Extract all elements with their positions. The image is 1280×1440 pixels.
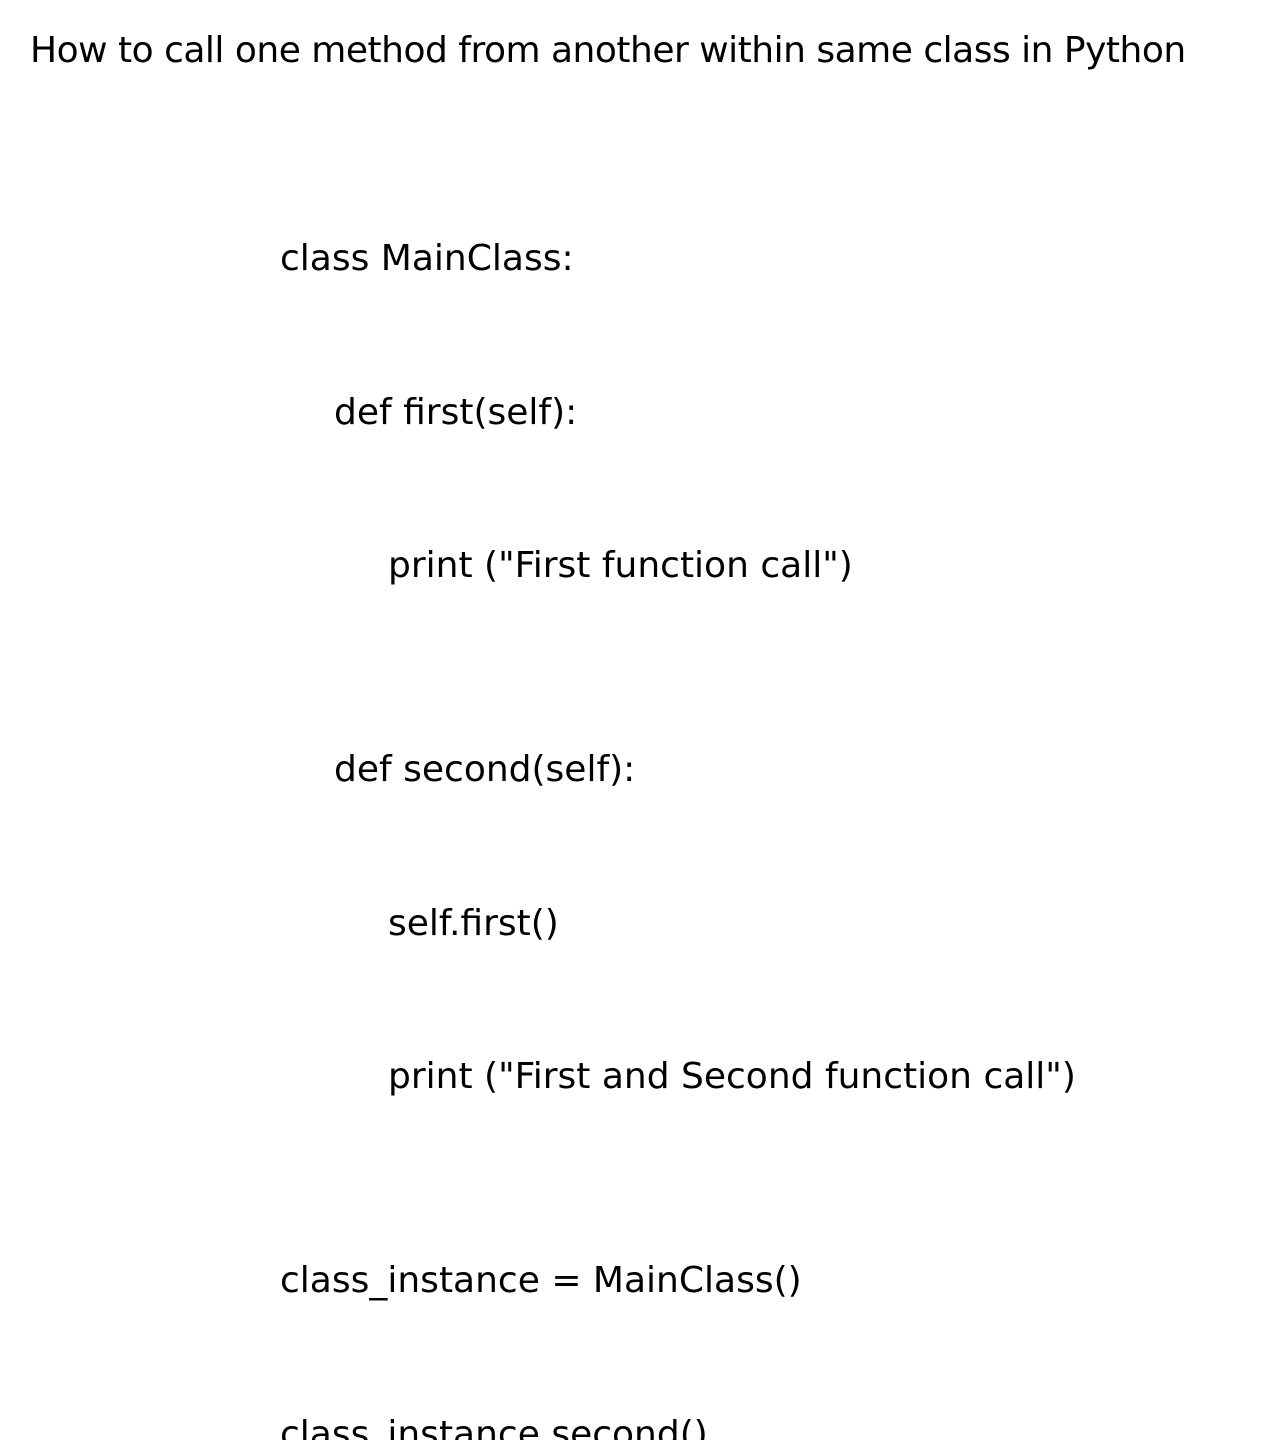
code-line: def second(self): [280, 744, 1280, 795]
page-title: How to call one method from another with… [0, 0, 1280, 71]
code-line: self.first() [280, 898, 1280, 949]
code-line: class MainClass: [280, 233, 1280, 284]
code-line: class_instance = MainClass() [280, 1255, 1280, 1306]
code-line: print ("First function call") [280, 540, 1280, 591]
code-line: def first(self): [280, 387, 1280, 438]
code-line: print ("First and Second function call") [280, 1051, 1280, 1102]
code-line: class_instance.second() [280, 1409, 1280, 1440]
code-block: class MainClass: def first(self): print … [0, 71, 1280, 1440]
